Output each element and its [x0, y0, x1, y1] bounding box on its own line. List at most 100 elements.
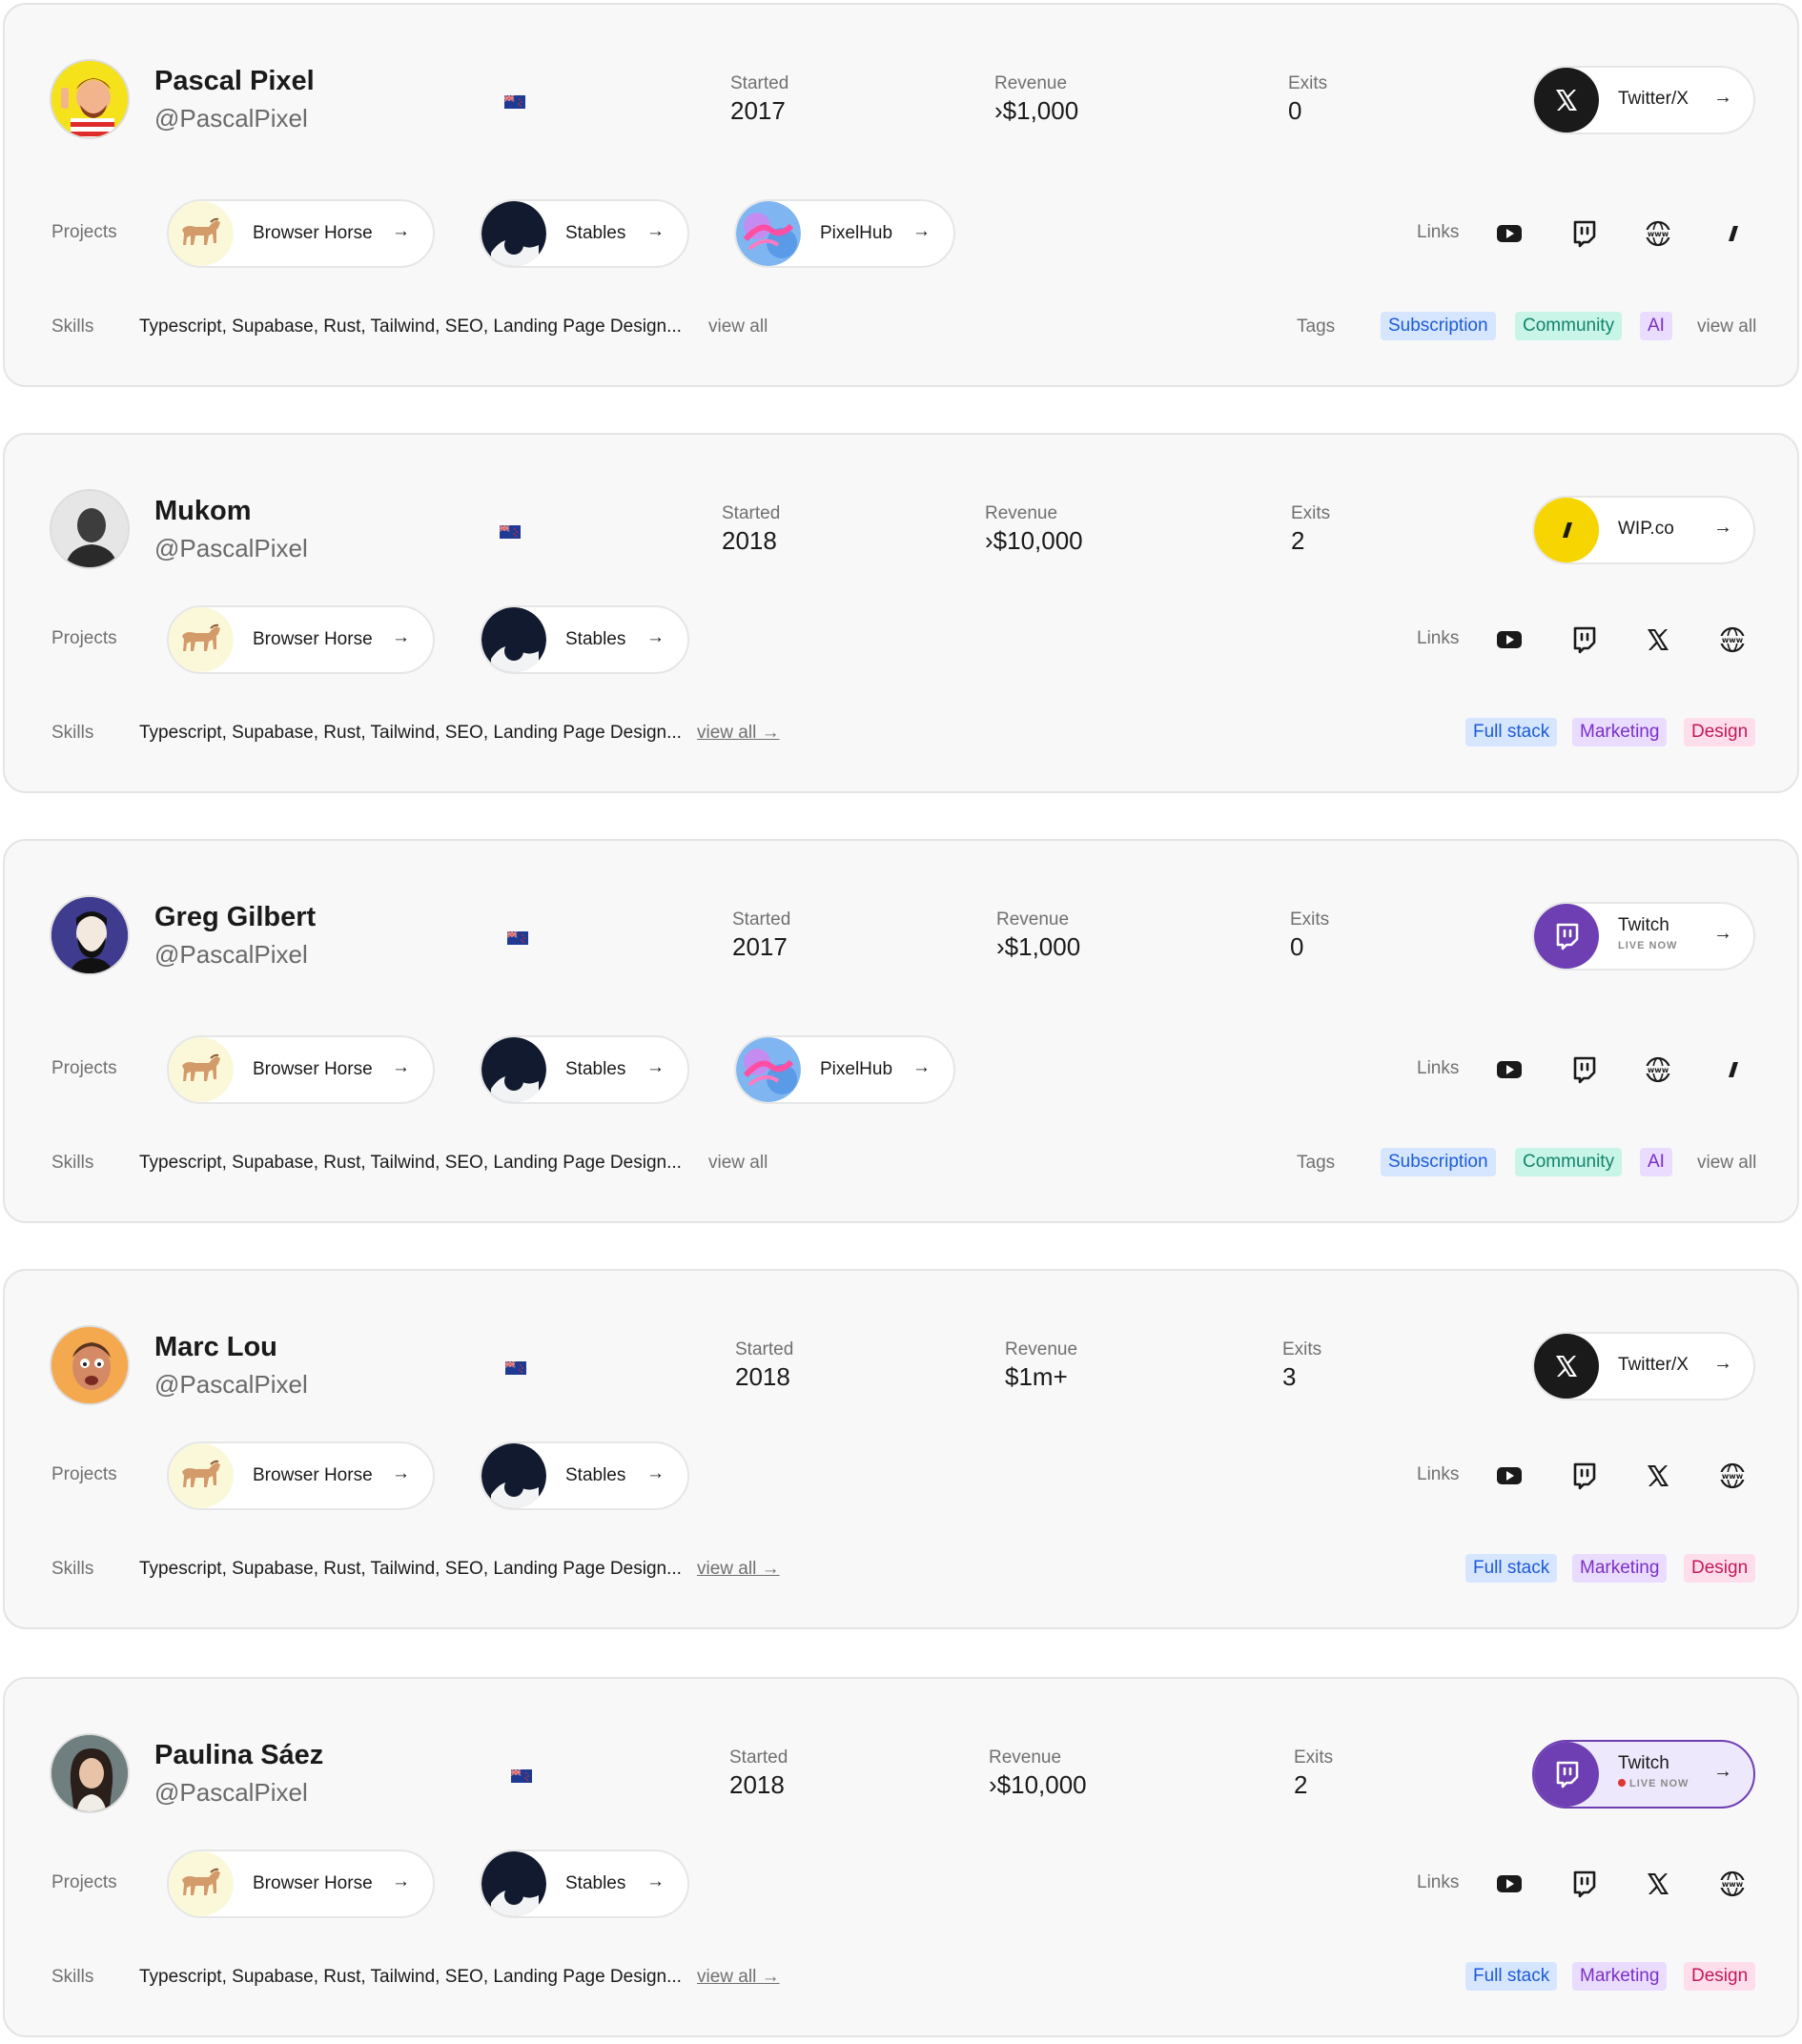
social-button[interactable]: WIP.co →	[1532, 496, 1755, 564]
arrow-right-icon: →	[1713, 923, 1732, 944]
x-icon[interactable]	[1643, 1869, 1673, 1899]
project-stables[interactable]: Stables →	[480, 1850, 689, 1918]
www-icon[interactable]	[1717, 1869, 1748, 1899]
twitch-icon[interactable]	[1568, 624, 1599, 655]
skills-view-all-link[interactable]: view all →	[697, 1559, 780, 1580]
started-value: 2017	[730, 96, 786, 125]
x-icon[interactable]	[1643, 1461, 1673, 1491]
project-stables[interactable]: Stables →	[480, 199, 689, 268]
tag[interactable]: Community	[1515, 1148, 1623, 1176]
project-browser-horse[interactable]: Browser Horse →	[167, 1035, 435, 1104]
profile-name: Paulina Sáez	[154, 1740, 324, 1770]
skills-label: Skills	[51, 1153, 94, 1173]
live-dot-icon	[1618, 1779, 1626, 1787]
tag[interactable]: Design	[1684, 1962, 1756, 1991]
twitch-icon[interactable]	[1568, 1461, 1599, 1491]
skills-view-all-link[interactable]: view all →	[697, 723, 780, 744]
project-stables[interactable]: Stables →	[480, 1441, 689, 1510]
tag[interactable]: Design	[1684, 1554, 1756, 1583]
tag[interactable]: Marketing	[1572, 1962, 1668, 1991]
exits-value: 2	[1291, 526, 1305, 555]
tag[interactable]: Marketing	[1572, 1554, 1668, 1583]
social-button[interactable]: Twitch LIVE NOW →	[1532, 1740, 1755, 1809]
exits-label: Exits	[1294, 1748, 1334, 1768]
tag[interactable]: Full stack	[1465, 1554, 1558, 1583]
project-label: PixelHub	[820, 1059, 893, 1079]
tag[interactable]: Full stack	[1465, 718, 1558, 746]
pixelhub-thumb-icon	[736, 201, 801, 266]
skills-view-all-link[interactable]: view all	[708, 317, 768, 337]
project-stables[interactable]: Stables →	[480, 1035, 689, 1104]
avatar[interactable]	[50, 59, 130, 139]
profile-handle: @PascalPixel	[154, 534, 308, 562]
project-browser-horse[interactable]: Browser Horse →	[167, 605, 435, 674]
tag[interactable]: Full stack	[1465, 1962, 1558, 1991]
exits-value: 2	[1294, 1770, 1308, 1799]
www-icon[interactable]	[1643, 218, 1673, 249]
live-now-label: LIVE NOW	[1618, 940, 1678, 951]
stables-thumb-icon	[481, 1851, 546, 1916]
revenue-value: $1m+	[1005, 1362, 1068, 1391]
tag[interactable]: Design	[1684, 718, 1756, 746]
project-browser-horse[interactable]: Browser Horse →	[167, 1850, 435, 1918]
social-label: Twitch	[1618, 915, 1669, 935]
twitch-icon[interactable]	[1568, 1054, 1599, 1085]
project-label: Stables	[565, 1873, 626, 1893]
arrow-right-icon: →	[646, 627, 665, 647]
flag-icon	[507, 931, 528, 945]
youtube-icon[interactable]	[1494, 624, 1525, 655]
arrow-right-icon: →	[912, 1057, 931, 1077]
links-label: Links	[1417, 1058, 1460, 1078]
twitch-icon[interactable]	[1568, 1869, 1599, 1899]
avatar[interactable]	[50, 1325, 130, 1405]
revenue-label: Revenue	[989, 1748, 1062, 1768]
social-button[interactable]: Twitch LIVE NOW →	[1532, 902, 1755, 971]
www-icon[interactable]	[1717, 624, 1748, 655]
project-pixelhub[interactable]: PixelHub →	[734, 199, 955, 268]
youtube-icon[interactable]	[1494, 1869, 1525, 1899]
social-label: Twitch	[1618, 1753, 1669, 1773]
tag[interactable]: Subscription	[1381, 1148, 1496, 1176]
project-browser-horse[interactable]: Browser Horse →	[167, 199, 435, 268]
project-label: Browser Horse	[253, 629, 373, 649]
revenue-label: Revenue	[985, 503, 1058, 523]
avatar[interactable]	[50, 895, 130, 975]
started-value: 2018	[735, 1362, 790, 1391]
project-stables[interactable]: Stables →	[480, 605, 689, 674]
skills-view-all-link[interactable]: view all	[708, 1153, 768, 1174]
tag[interactable]: Community	[1515, 312, 1623, 340]
x-icon[interactable]	[1643, 624, 1673, 655]
youtube-icon[interactable]	[1494, 1461, 1525, 1491]
links-label: Links	[1417, 1464, 1460, 1484]
horse-icon	[169, 607, 234, 672]
started-label: Started	[735, 1339, 794, 1359]
wip-icon[interactable]	[1717, 1054, 1748, 1085]
tag[interactable]: AI	[1640, 312, 1672, 340]
tags-view-all-link[interactable]: view all	[1697, 317, 1756, 337]
wip-icon[interactable]	[1717, 218, 1748, 249]
avatar-cartoon-icon	[51, 1327, 128, 1403]
www-icon[interactable]	[1717, 1461, 1748, 1491]
skills-view-all-link[interactable]: view all →	[697, 1967, 780, 1988]
horse-icon	[169, 1037, 234, 1102]
project-pixelhub[interactable]: PixelHub →	[734, 1035, 955, 1104]
horse-icon	[169, 201, 234, 266]
youtube-icon[interactable]	[1494, 218, 1525, 249]
profile-card: Greg Gilbert @PascalPixel Started 2017 R…	[3, 839, 1799, 1223]
www-icon[interactable]	[1643, 1054, 1673, 1085]
twitch-icon	[1534, 1742, 1599, 1807]
profile-handle: @PascalPixel	[154, 104, 308, 133]
avatar[interactable]	[50, 489, 130, 569]
tag[interactable]: Subscription	[1381, 312, 1496, 340]
started-label: Started	[722, 503, 781, 523]
tag[interactable]: Marketing	[1572, 718, 1668, 746]
youtube-icon[interactable]	[1494, 1054, 1525, 1085]
avatar[interactable]	[50, 1733, 130, 1813]
avatar-cartoon-icon	[51, 61, 128, 137]
social-button[interactable]: Twitter/X →	[1532, 1332, 1755, 1400]
tag[interactable]: AI	[1640, 1148, 1672, 1176]
tags-view-all-link[interactable]: view all	[1697, 1153, 1756, 1174]
project-browser-horse[interactable]: Browser Horse →	[167, 1441, 435, 1510]
twitch-icon[interactable]	[1568, 218, 1599, 249]
social-button[interactable]: Twitter/X →	[1532, 66, 1755, 134]
